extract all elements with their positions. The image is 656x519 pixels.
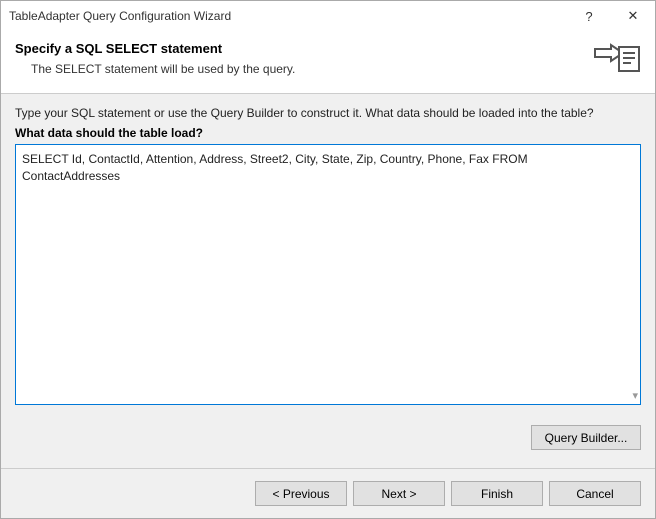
query-builder-button[interactable]: Query Builder... [531,425,641,450]
wizard-header: Specify a SQL SELECT statement The SELEC… [1,31,655,94]
previous-button[interactable]: < Previous [255,481,347,506]
window-title: TableAdapter Query Configuration Wizard [9,9,231,23]
page-title: Specify a SQL SELECT statement [15,41,585,56]
help-icon: ? [585,9,592,24]
next-button[interactable]: Next > [353,481,445,506]
titlebar: TableAdapter Query Configuration Wizard … [1,1,655,31]
sql-label: What data should the table load? [15,126,641,140]
cancel-button[interactable]: Cancel [549,481,641,506]
wizard-body: Type your SQL statement or use the Query… [1,94,655,468]
close-icon: ✕ [628,8,639,24]
close-button[interactable]: ✕ [611,1,655,31]
sql-statement-input[interactable] [15,144,641,405]
wizard-icon [593,43,641,79]
instruction-text: Type your SQL statement or use the Query… [15,106,641,120]
finish-button[interactable]: Finish [451,481,543,506]
page-subtitle: The SELECT statement will be used by the… [15,62,585,76]
wizard-footer: < Previous Next > Finish Cancel [1,468,655,518]
help-button[interactable]: ? [567,1,611,31]
